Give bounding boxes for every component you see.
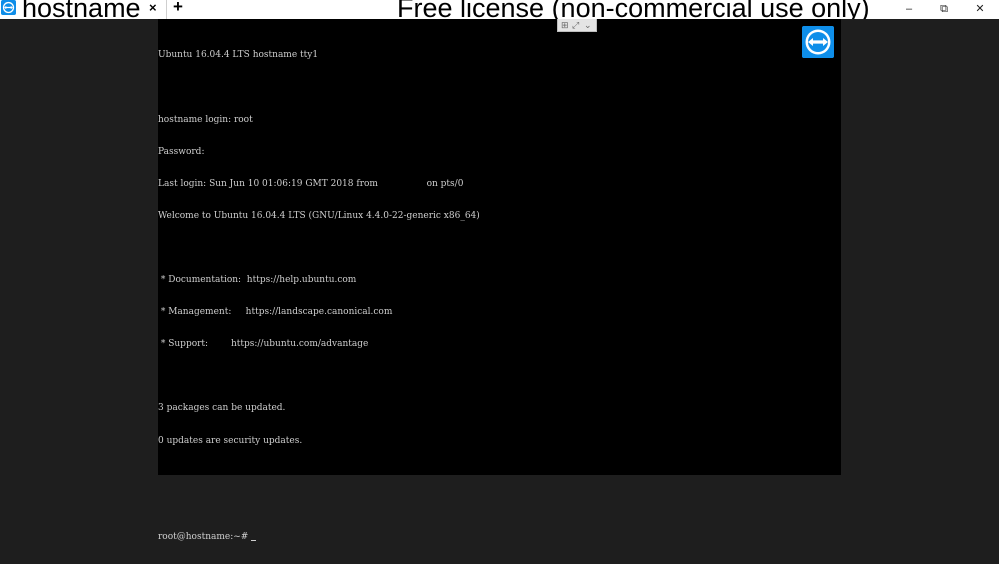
tab-close-icon[interactable]: ×: [149, 0, 157, 15]
restore-button[interactable]: ⧉: [934, 2, 954, 16]
terminal-line: * Management: https://landscape.canonica…: [158, 307, 393, 318]
terminal-line: Welcome to Ubuntu 16.04.4 LTS (GNU/Linux…: [158, 210, 480, 221]
terminal-line: * Documentation: https://help.ubuntu.com: [158, 275, 357, 286]
terminal-line: hostname login: root: [158, 114, 253, 125]
terminal-output[interactable]: Ubuntu 16.04.4 LTS hostname tty1 hostnam…: [158, 29, 480, 564]
terminal-line: Password:: [158, 146, 205, 157]
tab-divider: [166, 0, 167, 19]
chevron-down-icon[interactable]: ⌄: [584, 20, 592, 30]
terminal-line: Last login: Sun Jun 10 01:06:19 GMT 2018…: [158, 178, 464, 189]
close-window-button[interactable]: ✕: [970, 2, 990, 16]
terminal-line: * Support: https://ubuntu.com/advantage: [158, 339, 369, 350]
terminal-line: 3 packages can be updated.: [158, 403, 286, 414]
grid-icon[interactable]: ⊞: [561, 20, 569, 30]
terminal-line: 0 updates are security updates.: [158, 435, 303, 446]
terminal-cursor: [251, 539, 257, 541]
teamviewer-icon[interactable]: [802, 26, 834, 58]
new-tab-button[interactable]: +: [173, 0, 183, 17]
tab-title[interactable]: hostname: [22, 0, 141, 19]
teamviewer-icon: [1, 0, 16, 15]
title-bar: hostname × + Free license (non-commercia…: [0, 0, 999, 19]
terminal-prompt[interactable]: root@hostname:~#: [158, 532, 480, 543]
remote-screen[interactable]: Ubuntu 16.04.4 LTS hostname tty1 hostnam…: [158, 19, 841, 542]
session-toolbar[interactable]: ⊞ ⤢ ⌄: [557, 19, 597, 32]
window-title: Free license (non-commercial use only): [397, 0, 870, 19]
prompt-text: root@hostname:~#: [158, 531, 249, 542]
fullscreen-icon[interactable]: ⤢: [572, 20, 579, 30]
terminal-line: Ubuntu 16.04.4 LTS hostname tty1: [158, 50, 319, 61]
minimize-button[interactable]: –: [899, 2, 919, 16]
